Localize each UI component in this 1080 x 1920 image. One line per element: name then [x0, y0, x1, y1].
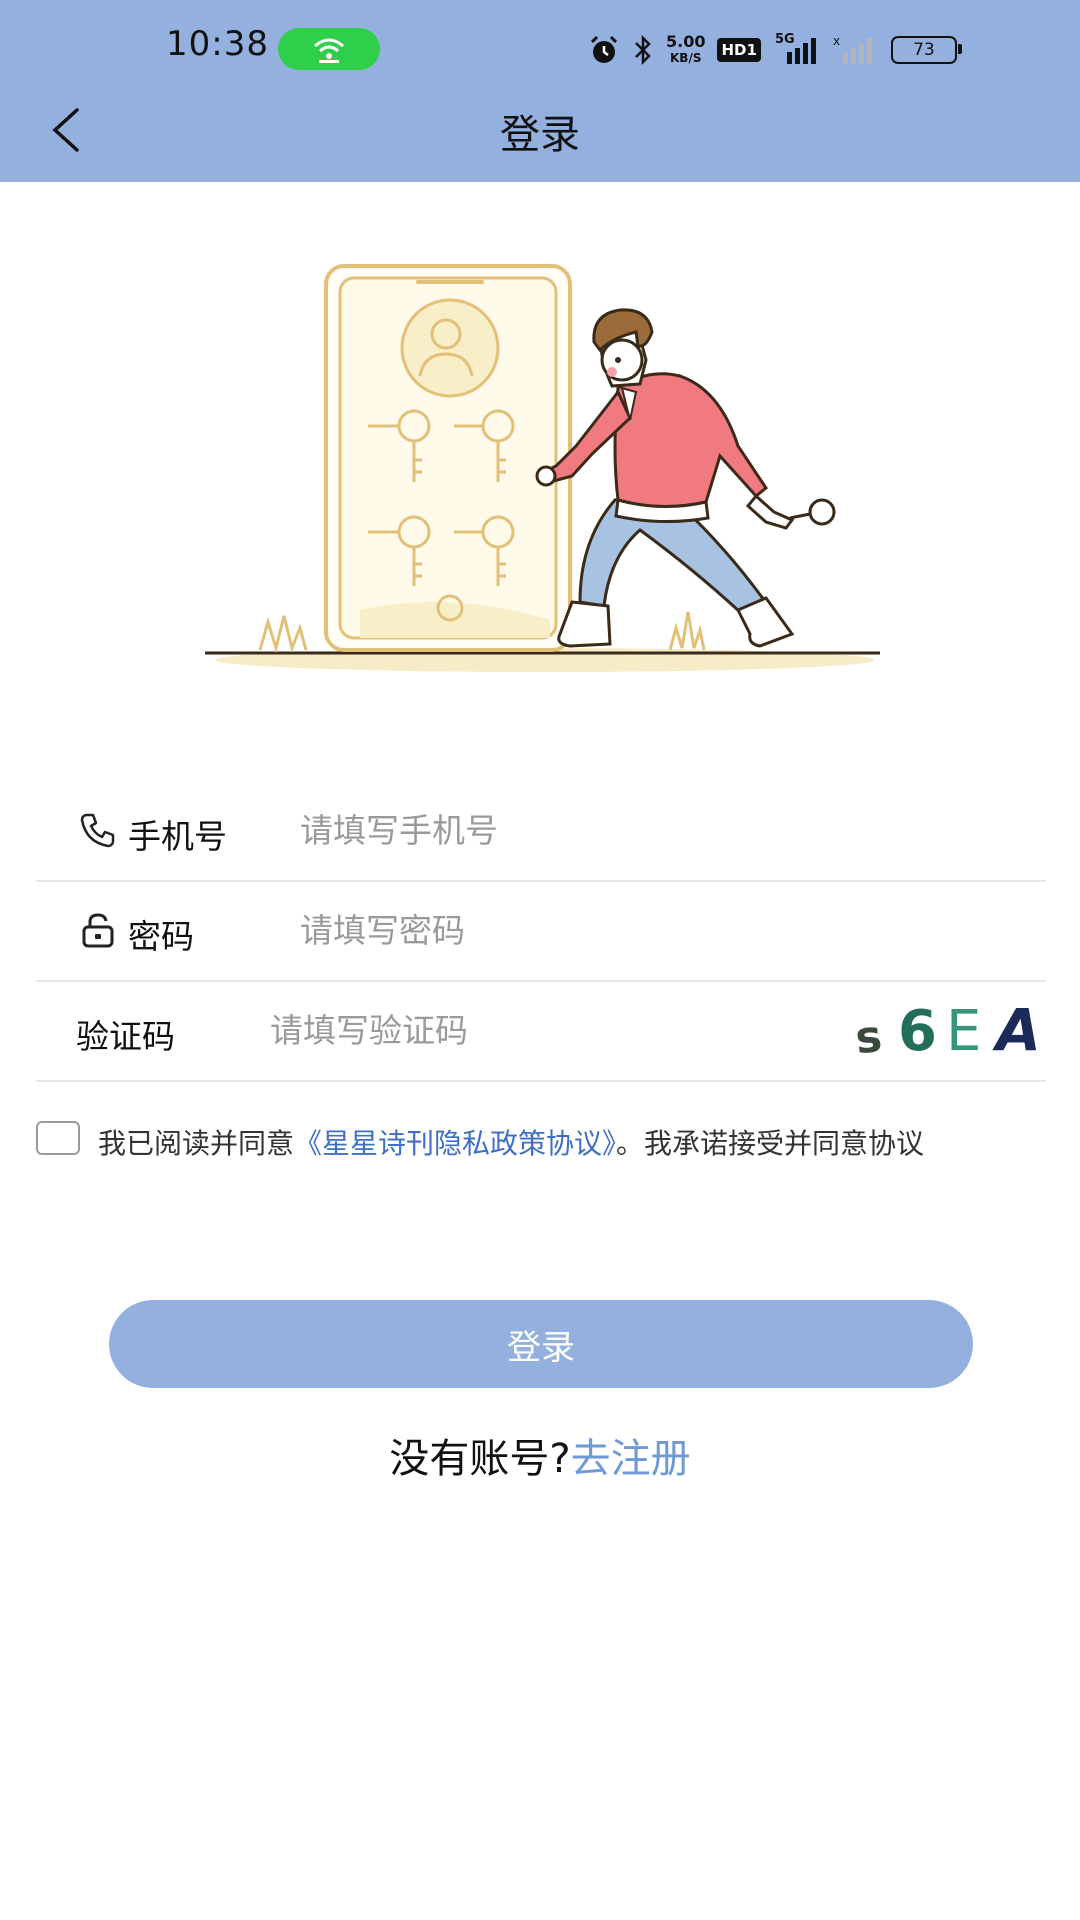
- phone-icon: [80, 813, 115, 848]
- captcha-image[interactable]: s 6 E A: [846, 992, 1046, 1068]
- hd-badge: HD1: [717, 38, 761, 62]
- captcha-label: 验证码: [76, 1017, 175, 1056]
- net-speed-unit: KB/S: [670, 51, 702, 65]
- login-illustration: [205, 264, 880, 672]
- login-button[interactable]: 登录: [109, 1300, 973, 1388]
- register-row: 没有账号?去注册: [0, 1426, 1080, 1484]
- captcha-input[interactable]: [270, 1004, 750, 1056]
- battery-icon: 73: [890, 36, 962, 64]
- captcha-char-1: s: [853, 1011, 884, 1064]
- captcha-char-4: A: [992, 996, 1041, 1064]
- status-bar: 10:38 5.00 KB/S HD1 5G x 73: [0, 0, 1080, 100]
- privacy-policy-link[interactable]: 《星星诗刊隐私政策协议》: [294, 1127, 616, 1160]
- battery-level: 73: [913, 40, 935, 60]
- status-time: 10:38: [166, 24, 269, 64]
- status-icons: 5.00 KB/S HD1 5G x 73: [588, 28, 962, 72]
- captcha-row: 验证码 s 6 E A: [36, 980, 1046, 1082]
- hotspot-icon: [278, 28, 380, 70]
- password-input[interactable]: [300, 904, 820, 956]
- page-title: 登录: [500, 112, 580, 158]
- phone-input[interactable]: [300, 804, 820, 856]
- signal-5g-icon: 5G: [773, 32, 821, 66]
- net-speed-value: 5.00: [666, 32, 706, 51]
- agreement-row: 我已阅读并同意《星星诗刊隐私政策协议》。我承诺接受并同意协议: [36, 1120, 1080, 1160]
- agreement-checkbox[interactable]: [36, 1121, 80, 1155]
- signal-no-service-icon: x: [833, 34, 872, 64]
- register-link[interactable]: 去注册: [571, 1436, 691, 1482]
- net-speed: 5.00 KB/S: [666, 34, 705, 66]
- password-label: 密码: [128, 917, 194, 956]
- svg-text:x: x: [833, 34, 840, 48]
- password-row: 密码: [36, 880, 1046, 982]
- bluetooth-icon: [635, 34, 651, 66]
- lock-icon: [82, 913, 114, 948]
- captcha-char-2: 6: [898, 999, 937, 1064]
- captcha-char-3: E: [946, 999, 981, 1064]
- alarm-icon: [590, 35, 618, 63]
- header-bar: 10:38 5.00 KB/S HD1 5G x 73 登录: [0, 0, 1080, 182]
- agreement-prefix: 我已阅读并同意: [98, 1127, 295, 1160]
- phone-row: 手机号: [36, 780, 1046, 882]
- agreement-text: 我已阅读并同意《星星诗刊隐私政策协议》。我承诺接受并同意协议: [98, 1122, 924, 1160]
- register-prompt: 没有账号?: [389, 1436, 571, 1482]
- phone-label: 手机号: [128, 817, 227, 856]
- agreement-suffix: 。我承诺接受并同意协议: [616, 1127, 925, 1160]
